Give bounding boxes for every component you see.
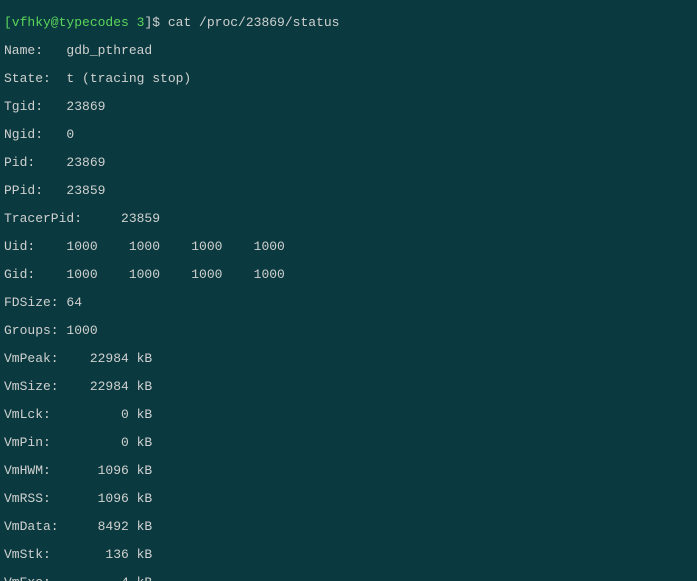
status-pid: Pid: 23869	[4, 156, 693, 170]
status-vmrss: VmRSS: 1096 kB	[4, 492, 693, 506]
prompt-user: [vfhky@typecodes	[4, 15, 129, 30]
status-vmsize: VmSize: 22984 kB	[4, 380, 693, 394]
prompt-line-1[interactable]: [vfhky@typecodes 3]$ cat /proc/23869/sta…	[4, 16, 693, 30]
status-vmlck: VmLck: 0 kB	[4, 408, 693, 422]
prompt-close: ]$	[144, 15, 167, 30]
status-ngid: Ngid: 0	[4, 128, 693, 142]
status-tracerpid: TracerPid: 23859	[4, 212, 693, 226]
status-state: State: t (tracing stop)	[4, 72, 693, 86]
status-name: Name: gdb_pthread	[4, 44, 693, 58]
status-vmdata: VmData: 8492 kB	[4, 520, 693, 534]
status-vmstk: VmStk: 136 kB	[4, 548, 693, 562]
status-vmexe: VmExe: 4 kB	[4, 576, 693, 581]
status-ppid: PPid: 23859	[4, 184, 693, 198]
status-fdsize: FDSize: 64	[4, 296, 693, 310]
status-vmhwm: VmHWM: 1096 kB	[4, 464, 693, 478]
status-vmpin: VmPin: 0 kB	[4, 436, 693, 450]
status-uid: Uid: 1000 1000 1000 1000	[4, 240, 693, 254]
terminal-output: [vfhky@typecodes 3]$ cat /proc/23869/sta…	[0, 0, 697, 581]
status-tgid: Tgid: 23869	[4, 100, 693, 114]
status-groups: Groups: 1000	[4, 324, 693, 338]
status-gid: Gid: 1000 1000 1000 1000	[4, 268, 693, 282]
status-vmpeak: VmPeak: 22984 kB	[4, 352, 693, 366]
prompt-path: 3	[129, 15, 145, 30]
command-text: cat /proc/23869/status	[168, 15, 340, 30]
